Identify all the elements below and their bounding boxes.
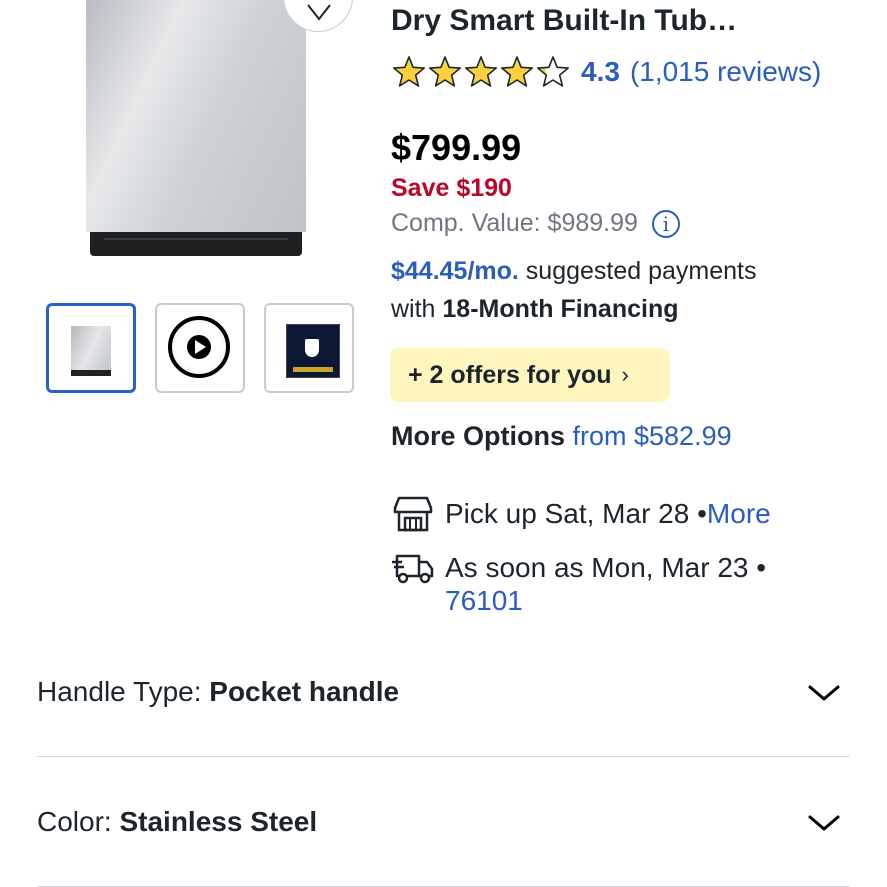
thumbnail-warranty[interactable] — [264, 303, 354, 393]
delivery-truck-icon — [392, 554, 434, 584]
financing-with-text: with — [391, 295, 443, 323]
play-icon — [187, 335, 211, 359]
rating-value: 4.3 — [581, 56, 620, 87]
chevron-right-icon: › — [621, 362, 629, 387]
financing-suggested-text: suggested payments — [518, 257, 757, 285]
rating-stars — [392, 56, 570, 87]
chevron-down-icon — [808, 815, 840, 831]
savings-amount: Save $190 — [391, 174, 512, 202]
color-selector[interactable]: Color: Stainless Steel — [37, 756, 850, 887]
monthly-payment-link[interactable]: $44.45/mo. — [391, 257, 519, 285]
financing-term: 18-Month Financing — [442, 295, 679, 323]
chevron-down-icon — [808, 685, 840, 701]
offers-label: + 2 offers for you — [408, 360, 612, 389]
info-icon[interactable]: i — [651, 209, 680, 238]
rating-summary[interactable]: 4.3 (1,015 reviews) — [391, 54, 821, 90]
product-title: Dry Smart Built-In Tub… — [391, 4, 738, 37]
pickup-option: Pick up Sat, Mar 28 • More — [391, 494, 771, 534]
offers-button[interactable]: + 2 offers for you › — [390, 348, 670, 402]
handle-type-selector[interactable]: Handle Type: Pocket handle — [37, 626, 850, 757]
dishwasher-base — [90, 232, 302, 256]
spec-label: Color: — [37, 806, 120, 837]
store-icon — [393, 496, 433, 532]
spec-label: Handle Type: — [37, 676, 210, 707]
review-count-link[interactable]: (1,015 reviews) — [630, 56, 821, 88]
handle-type-label: Handle Type: Pocket handle — [37, 676, 399, 708]
spec-value: Pocket handle — [209, 676, 400, 707]
more-options[interactable]: More Options from $582.99 — [391, 421, 732, 452]
delivery-option: As soon as Mon, Mar 23 • — [391, 548, 766, 588]
spec-value: Stainless Steel — [119, 806, 318, 837]
delivery-zip-link[interactable]: 76101 — [445, 585, 523, 617]
thumbnail-product[interactable] — [46, 303, 136, 393]
more-options-label: More Options — [391, 421, 565, 451]
financing-line-1: $44.45/mo. suggested payments — [391, 257, 757, 286]
comparable-value: Comp. Value: $989.99 i — [391, 209, 680, 238]
video-play-icon — [168, 316, 230, 378]
dishwasher-body — [86, 0, 306, 232]
financing-line-2: with 18-Month Financing — [391, 295, 679, 324]
heart-icon — [307, 4, 331, 21]
pickup-text: Pick up Sat, Mar 28 • — [445, 498, 707, 529]
pickup-more-link[interactable]: More — [707, 498, 771, 530]
comp-value-text: Comp. Value: $989.99 — [391, 209, 638, 237]
product-main-image[interactable] — [86, 0, 306, 258]
warranty-badge-image — [286, 324, 340, 378]
delivery-text: As soon as Mon, Mar 23 • — [445, 552, 767, 583]
thumbnail-video[interactable] — [155, 303, 245, 393]
color-label: Color: Stainless Steel — [37, 806, 317, 838]
dishwasher-thumbnail-image — [71, 326, 111, 376]
current-price: $799.99 — [391, 127, 522, 168]
more-options-price-link[interactable]: from $582.99 — [565, 421, 732, 451]
